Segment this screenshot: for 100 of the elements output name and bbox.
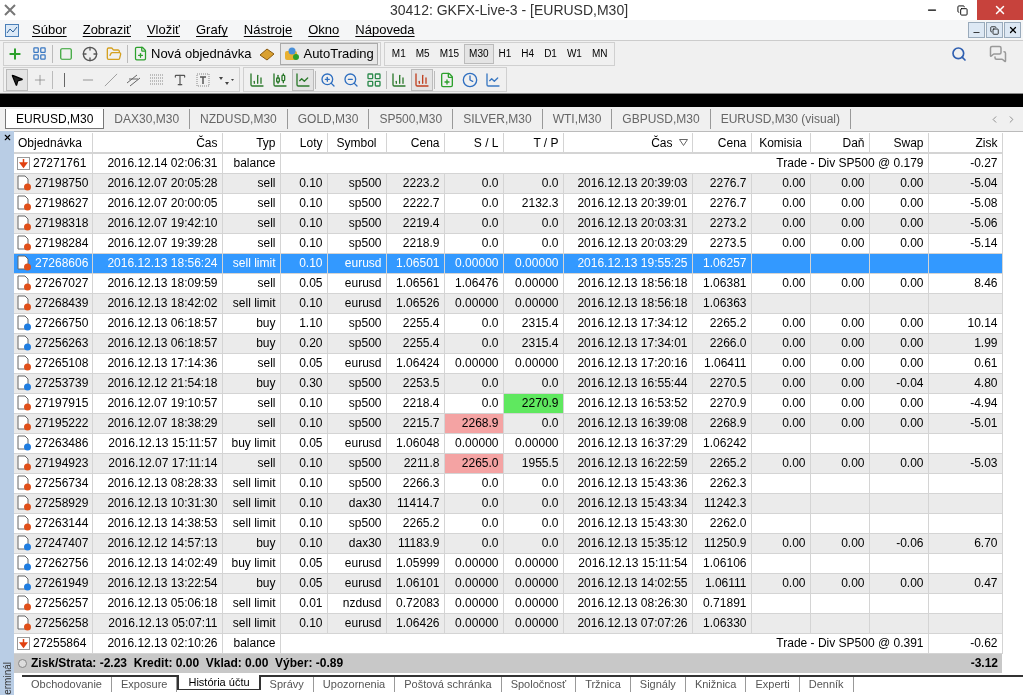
chart-tab[interactable]: SILVER,M30 <box>453 109 543 129</box>
timeframe-button[interactable]: M5 <box>410 43 435 64</box>
timeframe-button[interactable]: D1 <box>539 43 562 64</box>
chart-tab[interactable]: GBPUSD,M30 <box>612 109 711 129</box>
table-cell: 0.00 <box>751 533 810 553</box>
menu-item[interactable]: Nápoveda <box>347 20 423 40</box>
table-cell: 0.00000 <box>503 613 563 633</box>
table-cell: 0.00 <box>751 393 810 413</box>
table-cell: 2016.12.13 14:02:49 <box>92 553 222 573</box>
timeframe-button[interactable]: W1 <box>561 43 587 64</box>
new-order-button[interactable]: Nová objednávka <box>130 43 255 64</box>
table-row[interactable]: 27262756 2016.12.13 14:02:49 buy limit 0.05 eurusd 1.05999 0.00000 0.00000 2016.12.13 15:11:54 1.06106 <box>14 553 1002 573</box>
table-cell: 0.00 <box>751 173 810 193</box>
table-row[interactable]: 27256257 2016.12.13 05:06:18 sell limit 0.01 nzdusd 0.72083 0.00000 0.00000 2016.12.13 08:26:30 0.71891 <box>14 593 1002 613</box>
chart-tab[interactable]: DAX30,M30 <box>104 109 191 129</box>
menu-item[interactable]: Vložiť <box>138 20 188 40</box>
table-cell: -5.08 <box>928 193 1002 213</box>
table-cell: 0.10 <box>280 493 327 513</box>
menu-item[interactable]: Okno <box>300 20 348 40</box>
menu-item[interactable]: Zobraziť <box>74 20 139 40</box>
table-cell: sell limit <box>222 613 280 633</box>
table-row[interactable]: 27265108 2016.12.13 17:14:36 sell 0.05 eurusd 1.06424 0.00000 0.00000 2016.12.13 17:20:16 1.06411 0.00 0.00 0.00 0.61 <box>14 353 1002 373</box>
timeframe-button[interactable]: MN <box>586 43 613 64</box>
chart-tab[interactable]: WTI,M30 <box>542 109 613 129</box>
table-row[interactable]: 27263486 2016.12.13 15:11:57 buy limit 0.05 eurusd 1.06048 0.00000 0.00000 2016.12.13 16:37:29 1.06242 <box>14 433 1002 453</box>
terminal-tab[interactable]: Poštová schránka <box>395 677 502 692</box>
terminal-tab[interactable]: História účtu <box>177 675 261 690</box>
restore-button[interactable] <box>986 22 1003 38</box>
table-cell: -5.04 <box>928 173 1002 193</box>
order-cell: 27266750 <box>14 313 92 333</box>
table-row[interactable]: 27266750 2016.12.13 06:18:57 buy 1.10 sp500 2255.4 0.0 2315.4 2016.12.13 17:34:12 2265.2 0.00 0.00 0.00 10.14 <box>14 313 1002 333</box>
table-cell: 0.00 <box>869 273 928 293</box>
table-row[interactable]: 27258929 2016.12.13 10:31:30 sell limit 0.10 dax30 11414.7 0.0 0.0 2016.12.13 15:43:34 11242.3 <box>14 493 1002 513</box>
table-row[interactable]: 27195222 2016.12.07 18:38:29 sell 0.10 sp500 2215.7 2268.9 0.0 2016.12.13 16:39:08 2268.9 0.00 0.00 0.00 -5.01 <box>14 413 1002 433</box>
close-button[interactable] <box>1004 22 1021 38</box>
table-cell: 0.61 <box>928 353 1002 373</box>
table-row[interactable]: 27198284 2016.12.07 19:39:28 sell 0.10 sp500 2218.9 0.0 0.0 2016.12.13 20:03:29 2273.5 0.00 0.00 0.00 -5.14 <box>14 233 1002 253</box>
chart-tab[interactable]: EURUSD,M30 <box>5 109 105 129</box>
cursor-icon[interactable] <box>6 68 28 91</box>
timeframe-button[interactable]: M1 <box>386 43 411 64</box>
table-cell: -5.01 <box>928 413 1002 433</box>
chart-tab[interactable]: NZDUSD,M30 <box>190 109 288 129</box>
table-cell <box>751 253 810 273</box>
timeframe-button[interactable]: H1 <box>493 43 517 64</box>
chat-icon[interactable] <box>989 44 1007 63</box>
restore-icon[interactable] <box>956 4 968 16</box>
table-cell: 0.72083 <box>386 593 444 613</box>
table-row[interactable]: 27263144 2016.12.13 14:38:53 sell limit 0.10 sp500 2265.2 0.0 0.0 2016.12.13 15:43:30 2262.0 <box>14 513 1002 533</box>
terminal-tab[interactable]: Experti <box>746 677 800 692</box>
table-cell: eurusd <box>327 553 386 573</box>
chart-tab[interactable]: EURUSD,M30 (visual) <box>710 109 852 129</box>
table-row[interactable]: 27271761 2016.12.14 02:06:31 balance Trade - Div SP500 @ 0.179 -0.27 <box>14 153 1002 173</box>
autotrading-button[interactable]: AutoTrading <box>280 42 378 65</box>
menu-item[interactable]: Nástroje <box>235 20 301 40</box>
table-cell <box>810 493 869 513</box>
table-cell: 0.00000 <box>444 553 503 573</box>
search-icon[interactable] <box>951 45 967 62</box>
table-cell <box>869 613 928 633</box>
table-row[interactable]: 27261949 2016.12.13 13:22:54 buy 0.05 eurusd 1.06101 0.00000 0.00000 2016.12.13 14:02:55 1.06111 0.00 0.00 0.00 0.47 <box>14 573 1002 593</box>
terminal-tab[interactable]: Knižnica <box>685 677 747 692</box>
terminal-tab[interactable]: Denník <box>799 677 854 692</box>
terminal-tab[interactable]: Spoločnosť <box>501 677 577 692</box>
terminal-tab[interactable]: Správy <box>260 677 314 692</box>
timeframe-button[interactable]: H4 <box>516 43 540 64</box>
timeframe-button[interactable]: M30 <box>464 43 494 64</box>
table-cell: 2016.12.12 21:54:18 <box>92 373 222 393</box>
chart-tab[interactable]: SP500,M30 <box>369 109 454 129</box>
terminal-tab[interactable]: Signály <box>630 677 686 692</box>
table-row[interactable]: 27256734 2016.12.13 08:28:33 sell limit 0.10 sp500 2266.3 0.0 0.0 2016.12.13 15:43:36 2262.3 <box>14 473 1002 493</box>
close-icon[interactable] <box>2 133 12 142</box>
table-cell: 0.00 <box>869 313 928 333</box>
table-row[interactable]: 27267027 2016.12.13 18:09:59 sell 0.05 eurusd 1.06561 1.06476 0.00000 2016.12.13 18:56:18 1.06381 0.00 0.00 0.00 8.46 <box>14 273 1002 293</box>
table-row[interactable]: 27268439 2016.12.13 18:42:02 sell limit 0.10 eurusd 1.06526 0.00000 0.00000 2016.12.13 18:56:18 1.06363 <box>14 293 1002 313</box>
terminal-tab[interactable]: Tržnica <box>576 677 631 692</box>
table-cell: 0.10 <box>280 613 327 633</box>
table-cell: 2266.3 <box>386 473 444 493</box>
table-cell: 2016.12.13 06:18:57 <box>92 313 222 333</box>
terminal-tab[interactable]: Upozornenia <box>313 677 396 692</box>
minimize-button[interactable] <box>968 22 985 38</box>
table-row[interactable]: 27256263 2016.12.13 06:18:57 buy 0.20 sp500 2255.4 0.0 2315.4 2016.12.13 17:34:01 2266.0 0.00 0.00 0.00 1.99 <box>14 333 1002 353</box>
table-row[interactable]: 27256258 2016.12.13 05:07:11 sell limit 0.10 eurusd 1.06426 0.00000 0.00000 2016.12.13 07:07:26 1.06330 <box>14 613 1002 633</box>
table-cell: nzdusd <box>327 593 386 613</box>
table-row[interactable]: 27198627 2016.12.07 20:00:05 sell 0.10 sp500 2222.7 0.0 2132.3 2016.12.13 20:39:01 2276.7 0.00 0.00 0.00 -5.08 <box>14 193 1002 213</box>
line-chart-icon[interactable] <box>292 68 314 91</box>
table-row[interactable]: 27247407 2016.12.12 14:57:13 buy 0.10 dax30 11183.9 0.0 0.0 2016.12.13 15:35:12 11250.9 0.00 0.00 -0.06 6.70 <box>14 533 1002 553</box>
table-cell: 1.06501 <box>386 253 444 273</box>
table-row[interactable]: 27198318 2016.12.07 19:42:10 sell 0.10 sp500 2219.4 0.0 0.0 2016.12.13 20:03:31 2273.2 0.00 0.00 0.00 -5.06 <box>14 213 1002 233</box>
table-cell: 0.00000 <box>503 553 563 573</box>
menu-item[interactable]: Grafy <box>188 20 236 40</box>
table-cell: 0.00000 <box>444 613 503 633</box>
terminal-tab[interactable]: Obchodovanie <box>22 677 112 692</box>
table-row[interactable]: 27253739 2016.12.12 21:54:18 buy 0.30 sp500 2253.5 0.0 0.0 2016.12.13 16:55:44 2270.5 0.00 0.00 -0.04 4.80 <box>14 373 1002 393</box>
table-row[interactable]: 27194923 2016.12.07 17:11:14 sell 0.10 sp500 2211.8 2265.0 1955.5 2016.12.13 16:22:59 2265.2 0.00 0.00 0.00 -5.03 <box>14 453 1002 473</box>
chart-tab[interactable]: GOLD,M30 <box>287 109 370 129</box>
table-cell <box>810 553 869 573</box>
timeframe-button[interactable]: M15 <box>434 43 465 64</box>
table-row[interactable]: 27255864 2016.12.13 02:10:26 balance Trade - Div SP500 @ 0.391 -0.62 <box>14 633 1002 653</box>
menu-item[interactable]: Súbor <box>24 20 75 40</box>
table-row[interactable]: 27197915 2016.12.07 19:10:57 sell 0.10 sp500 2218.4 0.0 2270.9 2016.12.13 16:53:52 2270.9 0.00 0.00 0.00 -4.94 <box>14 393 1002 413</box>
table-row[interactable]: 27198750 2016.12.07 20:05:28 sell 0.10 sp500 2223.2 0.0 0.0 2016.12.13 20:39:03 2276.7 0.00 0.00 0.00 -5.04 <box>14 173 1002 193</box>
